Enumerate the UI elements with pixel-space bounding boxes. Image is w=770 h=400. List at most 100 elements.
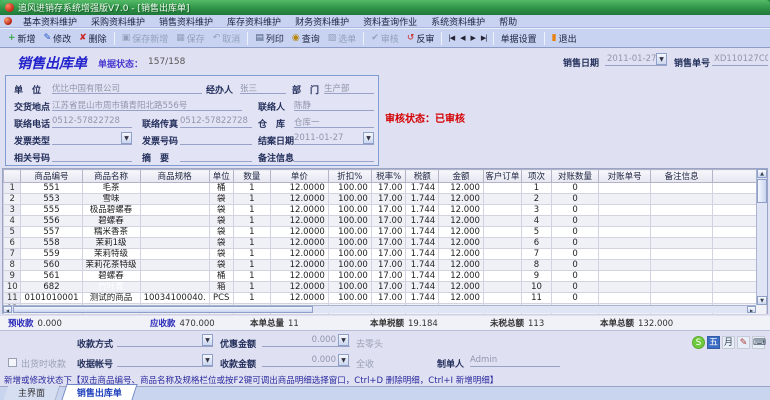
grid-cell-amount[interactable]: 12.000 (438, 215, 484, 227)
grid-cell-spec[interactable] (139, 248, 210, 260)
scroll-left-icon[interactable]: ◀ (3, 306, 12, 313)
grid-cell-name[interactable]: 极品碧螺春 (81, 204, 141, 216)
ime-moon-icon[interactable]: 月 (722, 336, 735, 349)
grid-cell-discount[interactable]: 100.00 (327, 248, 372, 260)
grid-cell-seq[interactable]: 1 (520, 182, 553, 194)
grid-cell-recon_no[interactable] (597, 226, 652, 238)
row-number[interactable]: 7 (2, 248, 22, 260)
column-header-tax_rate[interactable]: 税率% (370, 169, 407, 183)
grid-cell-unit[interactable]: 桶 (208, 270, 234, 282)
column-header-name[interactable]: 商品名称 (81, 169, 141, 183)
grid-cell-cust_order[interactable] (482, 193, 522, 205)
column-header-no[interactable] (2, 169, 22, 183)
grid-cell-unit[interactable]: 袋 (208, 237, 234, 249)
grid-cell-unit[interactable]: 袋 (208, 204, 234, 216)
grid-cell-qty[interactable]: 1 (232, 215, 272, 227)
grid-cell-tax[interactable]: 1.744 (405, 259, 440, 271)
grid-cell-name[interactable]: 雪味 (81, 193, 141, 205)
grid-cell-tax[interactable]: 1.744 (405, 270, 440, 282)
form-field-input[interactable] (180, 149, 252, 162)
dropdown-arrow-icon[interactable]: ▼ (121, 132, 132, 144)
grid-cell-cust_order[interactable] (482, 259, 522, 271)
grid-cell-price[interactable]: 12.0000 (270, 237, 329, 249)
grid-cell-name[interactable]: 毛茶 (81, 182, 141, 194)
grid-cell-name[interactable]: 茉莉花茶特级 (81, 259, 141, 271)
doc-no-input[interactable]: XD110127C01 (712, 53, 768, 66)
grid-cell-spec[interactable] (139, 215, 210, 227)
grid-cell-discount[interactable]: 100.00 (327, 259, 372, 271)
grid-cell-discount[interactable]: 100.00 (327, 182, 372, 194)
grid-cell-discount[interactable]: 100.00 (327, 281, 372, 293)
grid-cell-qty[interactable]: 1 (232, 281, 272, 293)
row-number[interactable]: 10 (2, 281, 22, 293)
grid-cell-tax_rate[interactable]: 17.00 (370, 281, 407, 293)
grid-cell-unit[interactable]: 袋 (208, 193, 234, 205)
form-field-input[interactable] (52, 132, 132, 145)
grid-cell-tax[interactable]: 1.744 (405, 281, 440, 293)
grid-cell-qty[interactable]: 1 (232, 270, 272, 282)
receipt-account-dropdown-icon[interactable]: ▼ (202, 354, 213, 366)
grid-cell-price[interactable]: 12.0000 (270, 226, 329, 238)
row-number[interactable]: 11 (2, 292, 22, 304)
grid-cell-name[interactable]: 竹叶青 (81, 281, 141, 293)
row-number[interactable]: 2 (2, 193, 22, 205)
grid-cell-remark[interactable] (650, 193, 713, 205)
grid-cell-spec[interactable] (139, 226, 210, 238)
column-header-seq[interactable]: 项次 (520, 169, 553, 183)
list-button[interactable]: ▨ 选单 (324, 31, 361, 46)
grid-cell-recon_no[interactable] (597, 270, 652, 282)
grid-cell-cust_order[interactable] (482, 204, 522, 216)
add-button[interactable]: + 新增 (4, 31, 40, 46)
grid-cell-seq[interactable]: 11 (520, 292, 553, 304)
grid-cell-recon_qty[interactable]: 0 (551, 193, 599, 205)
vertical-scroll-thumb[interactable] (757, 179, 767, 203)
receive-all-button[interactable]: 全收 (356, 357, 374, 370)
column-header-qty[interactable]: 数量 (232, 169, 272, 183)
grid-cell-recon_no[interactable] (597, 281, 652, 293)
grid-cell-seq[interactable]: 9 (520, 270, 553, 282)
grid-cell-code[interactable]: 557 (20, 226, 83, 238)
grid-cell-unit[interactable]: 袋 (208, 248, 234, 260)
row-number[interactable]: 4 (2, 215, 22, 227)
column-header-tax[interactable]: 税额 (405, 169, 440, 183)
grid-cell-price[interactable]: 12.0000 (270, 281, 329, 293)
column-header-discount[interactable]: 折扣% (327, 169, 372, 183)
grid-cell-tax[interactable]: 1.744 (405, 193, 440, 205)
grid-cell-recon_qty[interactable]: 0 (551, 248, 599, 260)
save-button[interactable]: ▦ 保存 (172, 31, 209, 46)
audit-check-button[interactable]: ✔ 审核 (367, 31, 403, 46)
grid-cell-name[interactable]: 测试的商品 (81, 292, 141, 304)
grid-cell-amount[interactable]: 12.000 (438, 193, 484, 205)
grid-cell-qty[interactable]: 1 (232, 226, 272, 238)
grid-cell-spec[interactable] (139, 182, 210, 194)
pay-method-select[interactable] (117, 334, 213, 347)
grid-cell-tax_rate[interactable]: 17.00 (370, 270, 407, 282)
form-field-input[interactable]: 生产部 (324, 81, 374, 94)
grid-cell-remark[interactable] (650, 182, 713, 194)
menu-item[interactable]: 基本资料维护 (16, 15, 84, 28)
grid-cell-tax[interactable]: 1.744 (405, 248, 440, 260)
form-field-input[interactable]: 2011-01-27 (294, 132, 374, 145)
grid-cell-name[interactable]: 碧螺春 (81, 270, 141, 282)
grid-cell-recon_no[interactable] (597, 215, 652, 227)
grid-cell-amount[interactable]: 12.000 (438, 204, 484, 216)
grid-cell-cust_order[interactable] (482, 281, 522, 293)
grid-cell-qty[interactable]: 1 (232, 182, 272, 194)
horizontal-scrollbar[interactable]: ◀ ▶ (3, 305, 756, 313)
grid-cell-qty[interactable]: 1 (232, 237, 272, 249)
form-field-input[interactable]: 0512-57822728 (52, 115, 132, 128)
grid-cell-tax[interactable]: 1.744 (405, 226, 440, 238)
grid-cell-unit[interactable]: 袋 (208, 226, 234, 238)
grid-cell-remark[interactable] (650, 215, 713, 227)
grid-cell-price[interactable]: 12.0000 (270, 193, 329, 205)
grid-cell-amount[interactable]: 12.000 (438, 248, 484, 260)
grid-cell-remark[interactable] (650, 281, 713, 293)
grid-cell-tax[interactable]: 1.744 (405, 292, 440, 304)
sale-date-dropdown-icon[interactable]: ▼ (656, 53, 667, 65)
grid-cell-tax[interactable]: 1.744 (405, 182, 440, 194)
search-button[interactable]: ◉ 查询 (288, 31, 324, 46)
grid-cell-name[interactable]: 碧螺春 (81, 215, 141, 227)
grid-cell-seq[interactable]: 10 (520, 281, 553, 293)
grid-cell-cust_order[interactable] (482, 248, 522, 260)
grid-cell-code[interactable]: 682 (20, 281, 83, 293)
